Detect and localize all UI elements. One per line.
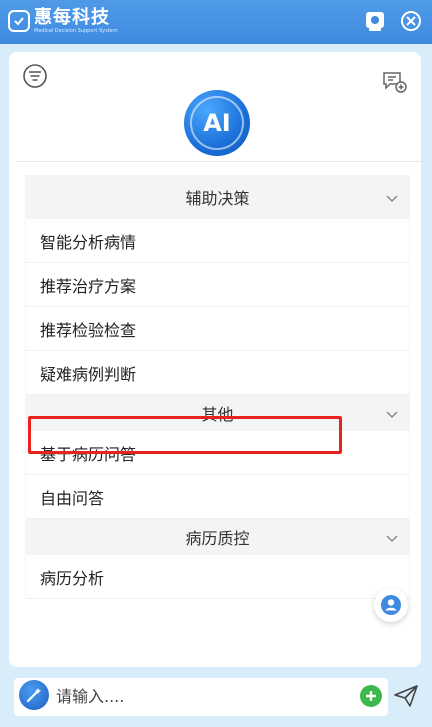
menu-item-record-qa[interactable]: 基于病历问答 — [25, 431, 410, 475]
menu-item-recommend-treatment[interactable]: 推荐治疗方案 — [25, 263, 410, 307]
camera-icon — [366, 12, 384, 31]
section-header-decision-support[interactable]: 辅助决策 — [25, 175, 410, 219]
new-chat-icon — [383, 72, 407, 93]
divider — [17, 161, 421, 162]
menu-item-difficult-case[interactable]: 疑难病例判断 — [25, 351, 410, 395]
close-icon — [401, 11, 421, 31]
filter-menu-icon — [23, 64, 47, 88]
menu-item-record-analysis[interactable]: 病历分析 — [25, 555, 410, 599]
section-title: 病历质控 — [185, 529, 250, 548]
section-header-quality-control[interactable]: 病历质控 — [25, 519, 410, 555]
magic-pen-button[interactable] — [19, 680, 49, 710]
menu-item-recommend-tests[interactable]: 推荐检验检查 — [25, 307, 410, 351]
camera-settings-button[interactable] — [362, 8, 388, 34]
close-button[interactable] — [398, 8, 424, 34]
chevron-down-icon — [386, 195, 398, 203]
assistant-menu: 辅助决策 智能分析病情 推荐治疗方案 推荐检验检查 疑难病例判断 其他 基于病历… — [25, 175, 410, 599]
chevron-down-icon — [386, 535, 398, 543]
section-title: 辅助决策 — [185, 189, 250, 208]
ai-avatar: AI — [184, 90, 250, 156]
title-bar: 惠每科技 Medical Decision Support System — [0, 0, 432, 44]
user-icon — [381, 595, 401, 615]
menu-button[interactable] — [22, 63, 48, 89]
ai-avatar-label: AI — [203, 109, 231, 137]
new-chat-button[interactable] — [381, 69, 407, 95]
brand-subtitle: Medical Decision Support System — [34, 28, 118, 34]
user-center-button[interactable] — [374, 588, 408, 622]
plus-icon — [366, 691, 376, 701]
menu-item-analyze-condition[interactable]: 智能分析病情 — [25, 219, 410, 263]
brand-logo: 惠每科技 Medical Decision Support System — [8, 8, 118, 34]
section-title: 其他 — [201, 405, 234, 424]
section-header-other[interactable]: 其他 — [25, 395, 410, 431]
brand-mark-icon — [8, 10, 30, 32]
chevron-down-icon — [386, 411, 398, 419]
send-icon — [394, 685, 418, 707]
menu-item-free-qa[interactable]: 自由问答 — [25, 475, 410, 519]
add-attachment-button[interactable] — [360, 685, 382, 707]
send-button[interactable] — [392, 683, 420, 709]
brand-title: 惠每科技 — [34, 7, 110, 28]
message-input[interactable] — [56, 682, 346, 710]
magic-pen-icon — [26, 688, 41, 703]
